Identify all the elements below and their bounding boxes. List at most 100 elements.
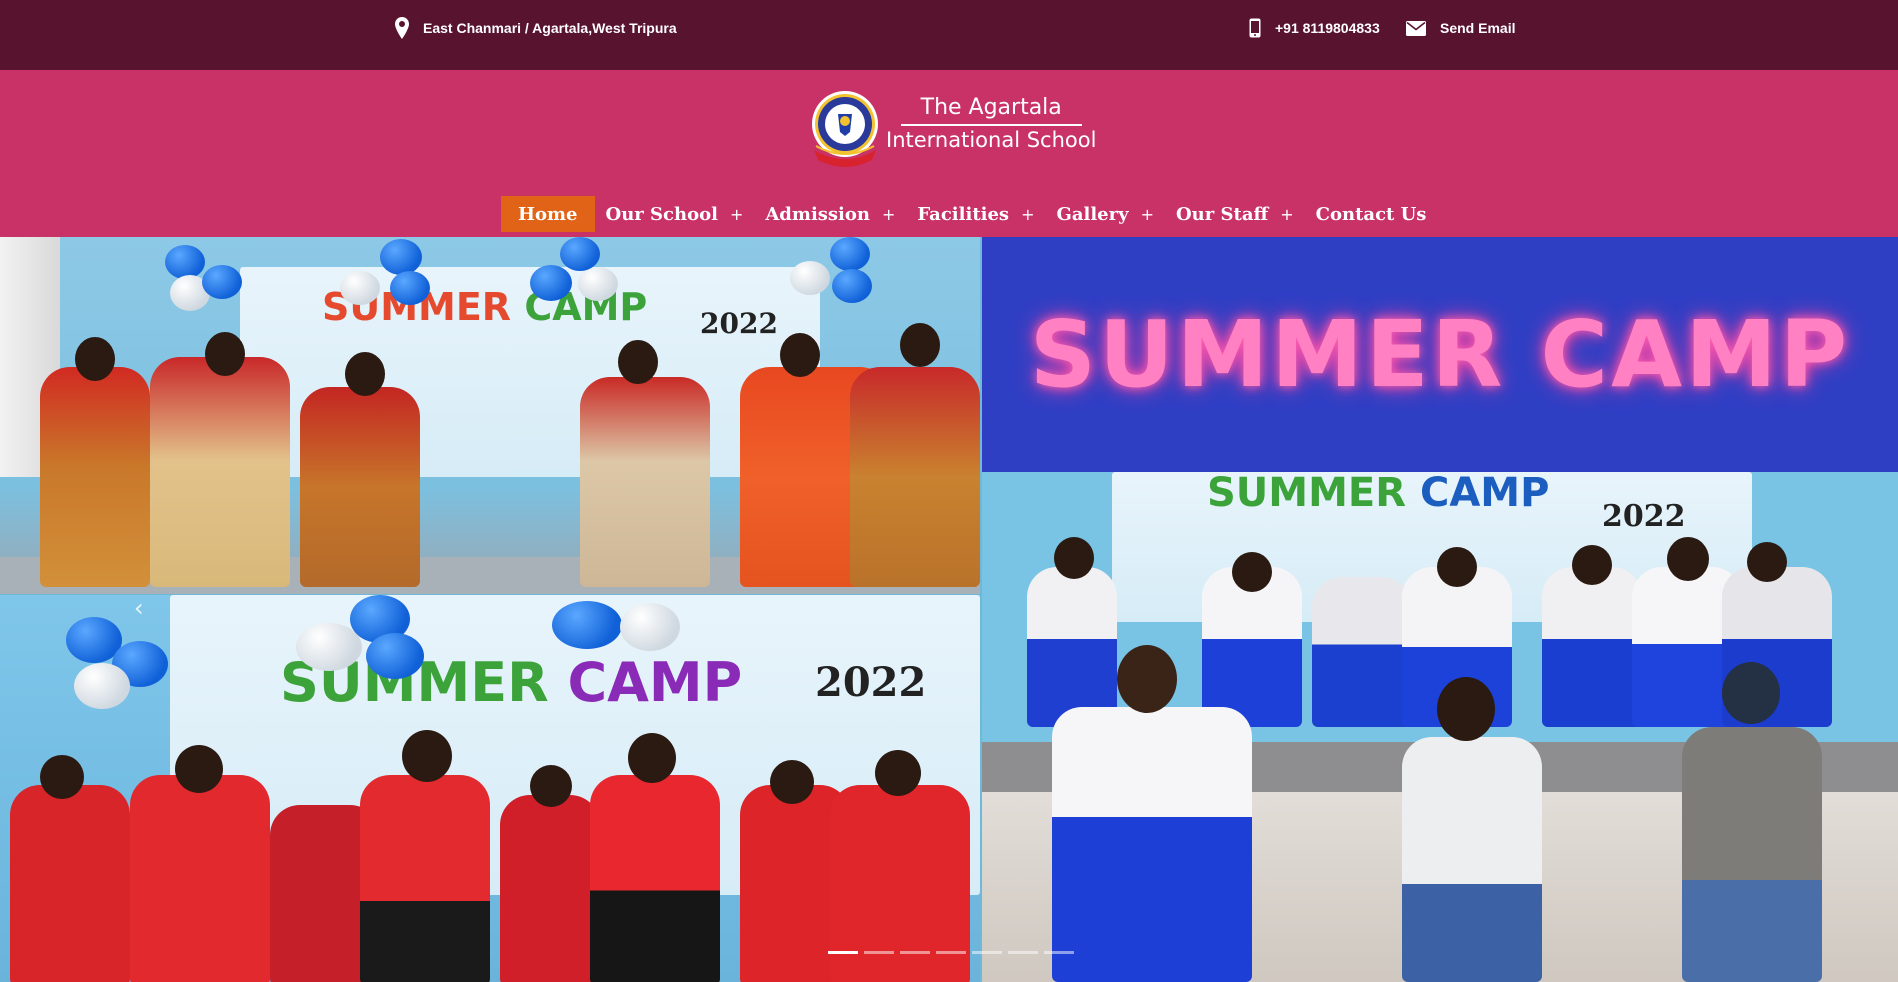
balloon xyxy=(620,603,680,651)
performer xyxy=(300,387,420,587)
balloon xyxy=(74,663,130,709)
nav-gallery-label[interactable]: Gallery xyxy=(1056,204,1128,225)
child-performer xyxy=(500,795,600,982)
nav-home-label[interactable]: Home xyxy=(518,204,578,225)
balloon xyxy=(202,265,242,299)
balloon xyxy=(390,271,430,305)
expand-plus-icon[interactable]: + xyxy=(882,205,895,224)
slide-indicator-6[interactable] xyxy=(1008,951,1038,954)
nav-our-staff-label[interactable]: Our Staff xyxy=(1176,204,1268,225)
location-pin-icon xyxy=(395,17,409,39)
child-head xyxy=(1747,542,1787,582)
hero-slider[interactable]: SUMMER CAMP 2022 SUMMER CAMP 2022 SUMMER… xyxy=(0,237,1898,982)
nav-home[interactable]: Home xyxy=(501,196,595,232)
child-head xyxy=(1437,677,1495,741)
child-performer xyxy=(1542,567,1642,727)
slide-indicator-5[interactable] xyxy=(972,951,1002,954)
nav-our-school[interactable]: Our School + xyxy=(595,196,755,232)
child-head xyxy=(402,730,452,782)
performer-head xyxy=(780,333,820,377)
child-head xyxy=(175,745,223,793)
nav-facilities[interactable]: Facilities + xyxy=(906,196,1045,232)
balloon xyxy=(530,265,572,301)
banner-year: 2022 xyxy=(815,659,927,706)
performer-head xyxy=(618,340,658,384)
child-head xyxy=(628,733,676,783)
nav-facilities-label[interactable]: Facilities xyxy=(917,204,1009,225)
balloon xyxy=(296,623,362,671)
balloon xyxy=(340,271,380,305)
balloon xyxy=(552,601,622,649)
nav-our-school-label[interactable]: Our School xyxy=(606,204,718,225)
child-performer xyxy=(1027,567,1117,727)
envelope-icon xyxy=(1406,20,1426,36)
nav-admission[interactable]: Admission + xyxy=(754,196,906,232)
child-head xyxy=(875,750,921,796)
banner-year: 2022 xyxy=(700,307,778,340)
slide-indicator-3[interactable] xyxy=(900,951,930,954)
send-email-label[interactable]: Send Email xyxy=(1440,20,1515,36)
child-performer xyxy=(360,775,490,982)
nav-admission-label[interactable]: Admission xyxy=(765,204,870,225)
child-head xyxy=(1437,547,1477,587)
balloon xyxy=(578,267,618,301)
top-contact-bar: East Chanmari / Agartala,West Tripura +9… xyxy=(0,0,1898,70)
expand-plus-icon[interactable]: + xyxy=(730,205,743,224)
chevron-left-icon[interactable]: ‹ xyxy=(134,594,144,622)
address-item: East Chanmari / Agartala,West Tripura xyxy=(395,17,677,39)
child-performer xyxy=(130,775,270,982)
balloon xyxy=(830,237,870,271)
slide-indicators xyxy=(828,951,1074,954)
performer xyxy=(850,367,980,587)
nav-contact-us[interactable]: Contact Us xyxy=(1305,196,1438,232)
nav-gallery[interactable]: Gallery + xyxy=(1045,196,1165,232)
child-head xyxy=(770,760,814,804)
site-logo[interactable]: The Agartala International School xyxy=(808,88,1096,170)
girl-performer xyxy=(1052,707,1252,982)
performer-head xyxy=(205,332,245,376)
performer-head xyxy=(345,352,385,396)
main-navigation: Home Our School + Admission + Facilities… xyxy=(501,196,1437,232)
phone-item[interactable]: +91 8119804833 xyxy=(1249,17,1380,39)
site-header: The Agartala International School Home O… xyxy=(0,70,1898,237)
boy-performer xyxy=(1682,727,1822,982)
address-text: East Chanmari / Agartala,West Tripura xyxy=(423,20,677,36)
child-head xyxy=(1117,645,1177,713)
child-head xyxy=(1572,545,1612,585)
expand-plus-icon[interactable]: + xyxy=(1280,205,1293,224)
banner-title: SUMMER CAMP xyxy=(1207,470,1550,516)
photo-teachers-dance: SUMMER CAMP 2022 xyxy=(0,237,980,594)
child-head xyxy=(530,765,572,807)
child-head xyxy=(1667,537,1709,581)
balloon xyxy=(380,239,422,275)
slide-indicator-2[interactable] xyxy=(864,951,894,954)
school-seal-logo xyxy=(808,88,882,170)
slide-indicator-1[interactable] xyxy=(828,951,858,954)
brand-line-1: The Agartala xyxy=(900,95,1082,126)
child-head xyxy=(1722,662,1780,724)
headline-band: SUMMER CAMP xyxy=(982,237,1898,472)
boy-performer xyxy=(1402,737,1542,982)
performer xyxy=(40,367,150,587)
nav-contact-us-label[interactable]: Contact Us xyxy=(1316,204,1427,225)
child-performer xyxy=(590,775,720,982)
expand-plus-icon[interactable]: + xyxy=(1021,205,1034,224)
balloon xyxy=(366,633,424,679)
nav-our-staff[interactable]: Our Staff + xyxy=(1165,196,1305,232)
performer-head xyxy=(900,323,940,367)
phone-icon xyxy=(1249,18,1261,38)
photo-children-dance: SUMMER CAMP 2022 xyxy=(0,595,980,982)
expand-plus-icon[interactable]: + xyxy=(1141,205,1154,224)
child-head xyxy=(1232,552,1272,592)
slide-indicator-7[interactable] xyxy=(1044,951,1074,954)
phone-number[interactable]: +91 8119804833 xyxy=(1275,20,1380,36)
performer-head xyxy=(75,337,115,381)
slide-indicator-4[interactable] xyxy=(936,951,966,954)
photo-summer-camp-stage: SUMMER CAMP SUMMER CAMP 2022 xyxy=(982,237,1898,982)
brand-line-2: International School xyxy=(886,128,1097,152)
performer xyxy=(150,357,290,587)
send-email-link[interactable]: Send Email xyxy=(1406,17,1515,39)
child-performer xyxy=(1312,577,1412,727)
balloon xyxy=(790,261,830,295)
balloon xyxy=(832,269,872,303)
